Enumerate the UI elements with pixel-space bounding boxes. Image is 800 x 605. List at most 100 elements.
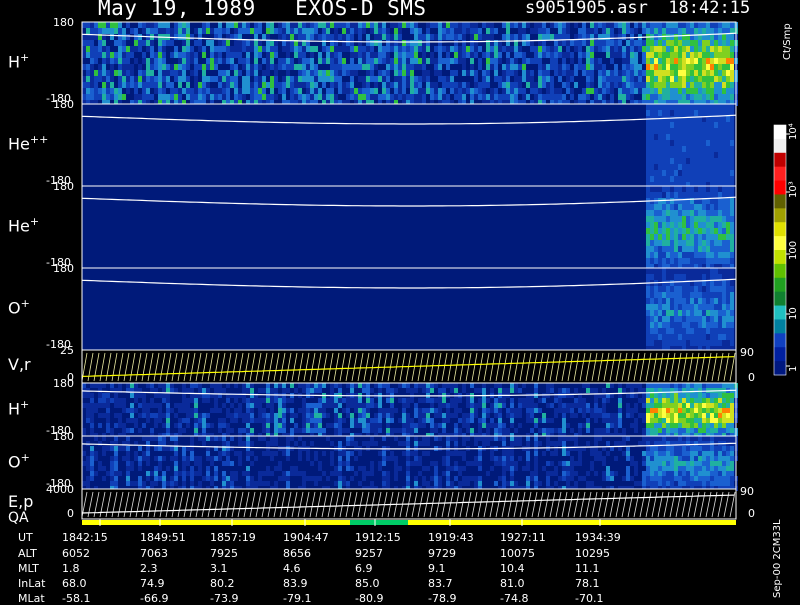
- spectrogram-cell: [354, 471, 358, 476]
- spectrogram-cell: [730, 408, 734, 413]
- spectrogram-cell: [674, 122, 678, 128]
- spectrogram-cell: [314, 64, 318, 70]
- spectrogram-cell: [186, 413, 190, 418]
- spectrogram-cell: [646, 234, 650, 240]
- spectrogram-cell: [266, 466, 270, 471]
- spectrogram-cell: [614, 70, 618, 76]
- spectrogram-cell: [726, 403, 730, 408]
- spectrogram-cell: [178, 22, 182, 28]
- spectrogram-cell: [378, 461, 382, 466]
- spectrogram-cell: [238, 456, 242, 461]
- spectrogram-cell: [726, 82, 730, 88]
- spectrogram-cell: [382, 40, 386, 46]
- spectrogram-cell: [90, 413, 94, 418]
- spectrogram-cell: [406, 441, 410, 446]
- spectrogram-cell: [718, 40, 722, 46]
- spectrogram-cell: [610, 383, 614, 388]
- spectrogram-cell: [486, 28, 490, 34]
- spectrogram-cell: [366, 52, 370, 58]
- spectrogram-cell: [102, 94, 106, 100]
- spectrogram-cell: [662, 292, 666, 298]
- spectrogram-cell: [678, 286, 682, 292]
- spectrogram-cell: [686, 393, 690, 398]
- spectrogram-cell: [106, 76, 110, 82]
- spectrogram-cell: [450, 413, 454, 418]
- spectrogram-cell: [730, 268, 734, 274]
- spectrogram-cell: [698, 186, 702, 192]
- spectrogram-cell: [662, 176, 666, 182]
- spectrogram-cell: [694, 122, 698, 128]
- spectrogram-cell: [378, 64, 382, 70]
- spectrogram-cell: [538, 398, 542, 403]
- spectrogram-cell: [650, 82, 654, 88]
- spectrogram-cell: [686, 310, 690, 316]
- spectrogram-cell: [370, 403, 374, 408]
- spectrogram-cell: [326, 70, 330, 76]
- spectrogram-cell: [710, 158, 714, 164]
- spectrogram-cell: [282, 476, 286, 481]
- spectrogram-cell: [682, 116, 686, 122]
- spectrogram-cell: [510, 34, 514, 40]
- spectrogram-cell: [538, 64, 542, 70]
- spectrogram-cell: [266, 398, 270, 403]
- spectrogram-cell: [462, 52, 466, 58]
- spectrogram-cell: [622, 64, 626, 70]
- spectrogram-cell: [686, 298, 690, 304]
- spectrogram-cell: [170, 64, 174, 70]
- spectrogram-cell: [274, 70, 278, 76]
- spectrogram-cell: [722, 192, 726, 198]
- spectrogram-cell: [546, 64, 550, 70]
- spectrogram-cell: [142, 423, 146, 428]
- spectrogram-cell: [518, 34, 522, 40]
- spectrogram-cell: [682, 46, 686, 52]
- spectrogram-cell: [670, 234, 674, 240]
- spectrogram-cell: [370, 22, 374, 28]
- spectrogram-cell: [358, 76, 362, 82]
- spectrogram-cell: [146, 403, 150, 408]
- spectrogram-cell: [114, 481, 118, 486]
- spectrogram-cell: [682, 274, 686, 280]
- spectrogram-cell: [262, 408, 266, 413]
- spectrogram-cell: [670, 134, 674, 140]
- spectrogram-cell: [458, 94, 462, 100]
- spectrogram-cell: [126, 76, 130, 82]
- spectrogram-cell: [610, 46, 614, 52]
- spectrogram-cell: [430, 388, 434, 393]
- spectrogram-cell: [234, 451, 238, 456]
- spectrogram-cell: [714, 22, 718, 28]
- spectrogram-cell: [614, 418, 618, 423]
- spectrogram-cell: [150, 40, 154, 46]
- spectrogram-cell: [386, 58, 390, 64]
- spectrogram-cell: [426, 88, 430, 94]
- spectrogram-cell: [258, 436, 262, 441]
- spectrogram-cell: [382, 34, 386, 40]
- spectrogram-cell: [670, 292, 674, 298]
- spectrogram-cell: [290, 428, 294, 433]
- spectrogram-cell: [654, 398, 658, 403]
- spectrogram-cell: [418, 76, 422, 82]
- spectrogram-cell: [606, 76, 610, 82]
- spectrogram-cell: [682, 64, 686, 70]
- spectrogram-cell: [162, 436, 166, 441]
- spectrogram-cell: [718, 58, 722, 64]
- spectrogram-cell: [706, 192, 710, 198]
- spectrogram-cell: [522, 82, 526, 88]
- spectrogram-cell: [474, 28, 478, 34]
- spectrogram-cell: [630, 82, 634, 88]
- spectrogram-cell: [226, 408, 230, 413]
- spectrogram-cell: [94, 383, 98, 388]
- spectrogram-cell: [694, 340, 698, 346]
- spectrogram-cell: [162, 423, 166, 428]
- spectrogram-cell: [522, 398, 526, 403]
- spectrogram-cell: [606, 70, 610, 76]
- spectrogram-cell: [294, 423, 298, 428]
- spectrogram-cell: [182, 466, 186, 471]
- spectrogram-cell: [626, 46, 630, 52]
- spectrogram-cell: [710, 286, 714, 292]
- spectrogram-cell: [726, 304, 730, 310]
- spectrogram-cell: [286, 46, 290, 52]
- spectrogram-cell: [690, 82, 694, 88]
- spectrogram-cell: [670, 64, 674, 70]
- spectrogram-cell: [398, 28, 402, 34]
- spectrogram-cell: [310, 22, 314, 28]
